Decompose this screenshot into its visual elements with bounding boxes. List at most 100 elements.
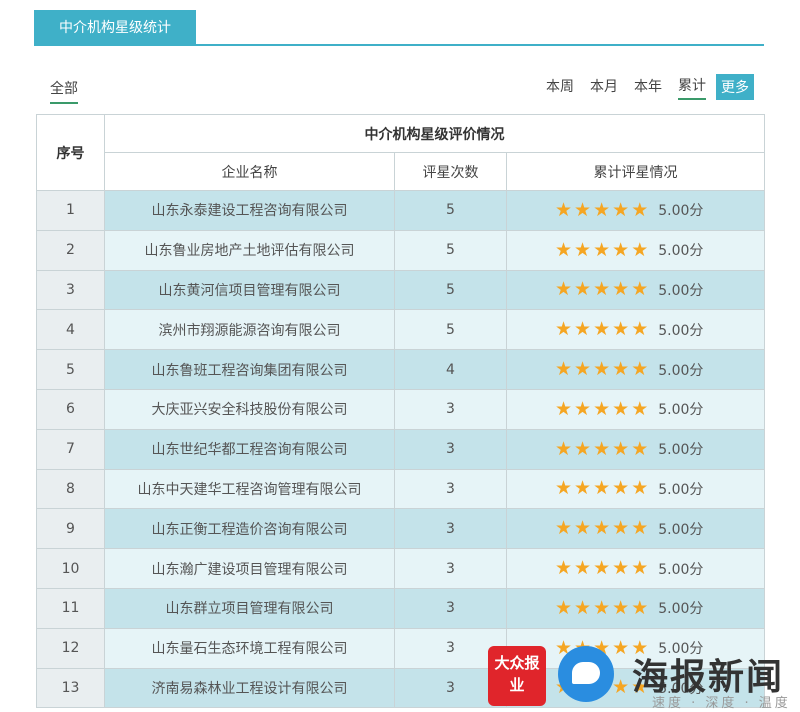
star-icon: ★ [593, 238, 611, 261]
haibao-logo-icon [558, 646, 614, 702]
row-score: 5.00分 [658, 442, 704, 459]
header-bar: 中介机构星级统计 [34, 10, 764, 46]
row-rating: ★★★★★5.00分 [506, 508, 765, 550]
row-rating: ★★★★★5.00分 [506, 229, 765, 271]
table-row: 4 滨州市翔源能源咨询有限公司 5 ★ ★ ★ ★ ★ 5.00分 [36, 309, 765, 351]
row-company-name[interactable]: 山东群立项目管理有限公司 [104, 587, 395, 629]
row-company-name[interactable]: 大庆亚兴安全科技股份有限公司 [104, 388, 395, 430]
star-icon: ★ [574, 278, 592, 301]
period-tabs: 本周 本月 本年 累计 更多 [530, 74, 754, 100]
star-icon: ★ [574, 238, 592, 261]
row-score: 5.00分 [658, 481, 704, 498]
row-rating: ★★★★★5.00分 [506, 309, 765, 351]
row-company-name[interactable]: 山东黄河信项目管理有限公司 [104, 269, 395, 311]
star-icon: ★ [574, 318, 592, 341]
star-icon: ★ [631, 318, 649, 341]
star-icon: ★ [593, 358, 611, 381]
row-seq: 11 [36, 587, 105, 629]
star-icon: ★ [555, 596, 573, 619]
row-score: 5.00分 [658, 203, 704, 220]
row-company-name[interactable]: 济南易森林业工程设计有限公司 [104, 667, 395, 709]
star-icon: ★ [593, 318, 611, 341]
table-row: 8 山东中天建华工程咨询管理有限公司 3 ★ ★ ★ ★ ★ 5.00分 [36, 468, 765, 510]
row-rating-count: 3 [394, 587, 507, 629]
col-header-name: 企业名称 [104, 152, 395, 191]
table-row: 5 山东鲁班工程咨询集团有限公司 4 ★ ★ ★ ★ ★ 5.00分 [36, 349, 765, 390]
star-icon: ★ [593, 557, 611, 580]
row-company-name[interactable]: 山东永泰建设工程咨询有限公司 [104, 190, 395, 231]
star-icon: ★ [555, 477, 573, 500]
row-rating-count: 3 [394, 428, 507, 470]
star-icon: ★ [574, 198, 592, 221]
table-row: 9 山东正衡工程造价咨询有限公司 3 ★ ★ ★ ★ ★ 5.00分 [36, 508, 765, 550]
more-button[interactable]: 更多 [716, 74, 754, 100]
table-row: 3 山东黄河信项目管理有限公司 5 ★ ★ ★ ★ ★ 5.00分 [36, 269, 765, 311]
period-tab-week[interactable]: 本周 [546, 76, 574, 99]
star-icon: ★ [555, 517, 573, 540]
row-company-name[interactable]: 山东鲁业房地产土地评估有限公司 [104, 229, 395, 271]
row-company-name[interactable]: 山东正衡工程造价咨询有限公司 [104, 508, 395, 550]
row-company-name[interactable]: 滨州市翔源能源咨询有限公司 [104, 309, 395, 351]
dazhong-logo: 大众报业 [488, 646, 546, 706]
star-icon: ★ [555, 397, 573, 420]
row-seq: 2 [36, 229, 105, 271]
table-row: 1 山东永泰建设工程咨询有限公司 5 ★ ★ ★ ★ ★ 5.00分 [36, 190, 765, 231]
star-stats-table: 序号 中介机构星级评价情况 企业名称 评星次数 累计评星情况 1 山东永泰建设工程… [36, 114, 765, 709]
row-company-name[interactable]: 山东鲁班工程咨询集团有限公司 [104, 349, 395, 390]
row-company-name[interactable]: 山东世纪华都工程咨询有限公司 [104, 428, 395, 470]
row-seq: 5 [36, 349, 105, 390]
table-row: 2 山东鲁业房地产土地评估有限公司 5 ★ ★ ★ ★ ★ 5.00分 [36, 229, 765, 271]
star-icon: ★ [574, 557, 592, 580]
seq-header: 序号 [36, 114, 105, 191]
row-rating-count: 5 [394, 269, 507, 311]
star-icon: ★ [631, 437, 649, 460]
row-score: 5.00分 [658, 362, 704, 379]
slogan-text: 速度 · 深度 · 温度 [652, 696, 791, 711]
row-rating-count: 3 [394, 388, 507, 430]
star-icon: ★ [631, 517, 649, 540]
row-company-name[interactable]: 山东中天建华工程咨询管理有限公司 [104, 468, 395, 510]
row-seq: 9 [36, 508, 105, 550]
watermark: 大众报业 海报新闻 速度 · 深度 · 温度 [484, 636, 800, 712]
row-score: 5.00分 [658, 243, 704, 260]
star-icon: ★ [631, 596, 649, 619]
row-company-name[interactable]: 山东瀚广建设项目管理有限公司 [104, 548, 395, 589]
row-seq: 6 [36, 388, 105, 430]
period-tab-year[interactable]: 本年 [634, 76, 662, 99]
star-icon: ★ [555, 557, 573, 580]
period-tab-cumulative[interactable]: 累计 [678, 75, 706, 100]
row-rating: ★★★★★5.00分 [506, 269, 765, 311]
star-icon: ★ [555, 437, 573, 460]
row-seq: 10 [36, 548, 105, 589]
star-icon: ★ [612, 477, 630, 500]
row-rating-count: 3 [394, 548, 507, 589]
row-seq: 8 [36, 468, 105, 510]
star-icon: ★ [612, 278, 630, 301]
star-icon: ★ [593, 198, 611, 221]
star-icon: ★ [612, 318, 630, 341]
filter-all-tab[interactable]: 全部 [50, 78, 78, 104]
group-header: 中介机构星级评价情况 [104, 114, 765, 153]
star-icon: ★ [574, 477, 592, 500]
row-rating-count: 3 [394, 508, 507, 550]
row-score: 5.00分 [658, 282, 704, 299]
row-rating: ★★★★★5.00分 [506, 587, 765, 629]
row-score: 5.00分 [658, 322, 704, 339]
col-header-rating: 累计评星情况 [506, 152, 765, 191]
star-icon: ★ [631, 397, 649, 420]
star-icon: ★ [612, 238, 630, 261]
col-header-count: 评星次数 [394, 152, 507, 191]
row-company-name[interactable]: 山东量石生态环境工程有限公司 [104, 627, 395, 669]
row-seq: 7 [36, 428, 105, 470]
period-tab-month[interactable]: 本月 [590, 76, 618, 99]
star-icon: ★ [612, 198, 630, 221]
star-icon: ★ [593, 596, 611, 619]
row-seq: 12 [36, 627, 105, 669]
row-rating-count: 4 [394, 349, 507, 390]
star-icon: ★ [593, 397, 611, 420]
row-seq: 4 [36, 309, 105, 351]
row-rating: ★★★★★5.00分 [506, 468, 765, 510]
header-tab[interactable]: 中介机构星级统计 [34, 10, 196, 46]
star-icon: ★ [612, 437, 630, 460]
star-icon: ★ [631, 557, 649, 580]
